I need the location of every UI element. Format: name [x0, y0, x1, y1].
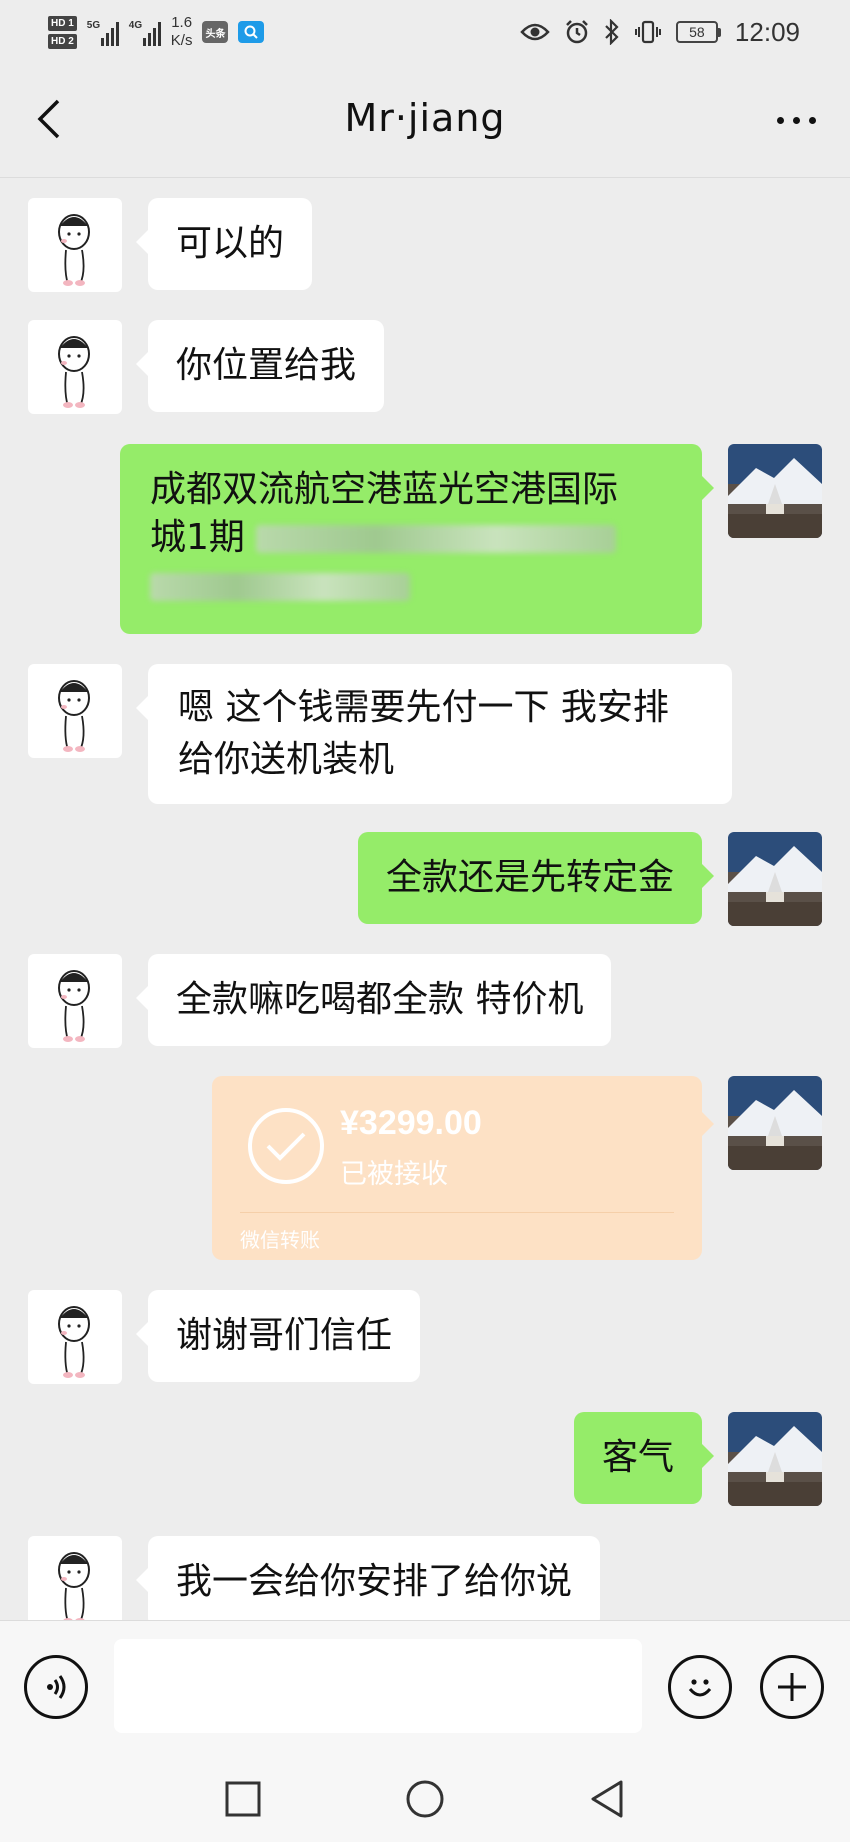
- bluetooth-icon: [605, 19, 619, 45]
- message-line: 给你送机装机: [178, 739, 395, 780]
- eye-icon: [520, 23, 550, 41]
- network-5g-label: 5G: [86, 20, 101, 31]
- redacted-text: [256, 525, 617, 553]
- transfer-card[interactable]: ¥3299.00 已被接收 微信转账: [212, 1076, 714, 1260]
- message-bubble-out[interactable]: 客气: [573, 1412, 715, 1504]
- message-bubble-in[interactable]: 我一会给你安排了给你说: [135, 1536, 601, 1628]
- check-circle-icon: [248, 1108, 324, 1184]
- recent-apps-icon: [225, 1781, 261, 1817]
- my-avatar[interactable]: [728, 1412, 822, 1506]
- input-bar: [0, 1620, 850, 1754]
- emoji-button[interactable]: [668, 1655, 732, 1719]
- my-avatar[interactable]: [728, 1076, 822, 1170]
- friend-avatar[interactable]: [28, 664, 122, 758]
- network-4g-label: 4G: [128, 20, 143, 31]
- status-bar: HD 1 HD 2 5G 4G 1.6 K/s 头条 58 12:09: [0, 0, 850, 64]
- plus-icon: [778, 1673, 806, 1701]
- redacted-text: [150, 573, 410, 601]
- more-icon: [776, 116, 784, 124]
- message-bubble-out[interactable]: 全款还是先转定金: [357, 832, 715, 924]
- friend-avatar[interactable]: [28, 1290, 122, 1384]
- address-line2: 城1期: [150, 514, 672, 562]
- message-bubble-in[interactable]: 全款嘛吃喝都全款 特价机: [135, 954, 612, 1046]
- plus-button[interactable]: [760, 1655, 824, 1719]
- alarm-icon: [566, 20, 588, 44]
- my-avatar[interactable]: [728, 832, 822, 926]
- my-avatar[interactable]: [728, 444, 822, 538]
- friend-avatar[interactable]: [28, 1536, 122, 1630]
- sim1-badge: HD 1: [48, 15, 77, 31]
- emoji-icon: [688, 1679, 712, 1697]
- sim2-badge: HD 2: [48, 33, 77, 49]
- voice-button[interactable]: [24, 1655, 88, 1719]
- back-triangle-icon: [591, 1780, 623, 1818]
- friend-avatar[interactable]: [28, 954, 122, 1048]
- address-line1: 成都双流航空港蓝光空港国际: [150, 469, 619, 510]
- system-nav-bar: [0, 1754, 850, 1842]
- transfer-divider: [240, 1212, 674, 1213]
- message-bubble-in[interactable]: 你位置给我: [135, 320, 385, 412]
- home-icon: [406, 1780, 444, 1818]
- friend-avatar[interactable]: [28, 198, 122, 292]
- signal-5g-icon: 5G: [87, 18, 119, 46]
- battery-icon: 58: [675, 21, 721, 43]
- home-button[interactable]: [400, 1774, 450, 1824]
- voice-icon: [47, 1675, 66, 1699]
- message-input[interactable]: [114, 1639, 642, 1733]
- chat-header: Mr·jiang: [0, 64, 850, 178]
- more-button[interactable]: [764, 96, 828, 144]
- transfer-status: 已被接收: [340, 1159, 448, 1190]
- clock: 12:09: [734, 16, 800, 47]
- chat-title: Mr·jiang: [344, 96, 506, 140]
- message-bubble-in[interactable]: 谢谢哥们信任: [135, 1290, 421, 1382]
- battery-level: 58: [675, 21, 718, 43]
- message-bubble-out[interactable]: 成都双流航空港蓝光空港国际 城1期: [120, 444, 714, 634]
- net-speed-value: 1.6: [171, 14, 193, 31]
- vibrate-icon: [634, 20, 661, 44]
- search-app-icon: [238, 21, 265, 43]
- net-speed-unit: K/s: [170, 32, 193, 49]
- message-bubble-in[interactable]: 嗯 这个钱需要先付一下 我安排 给你送机装机: [136, 664, 732, 804]
- recent-apps-button[interactable]: [218, 1774, 268, 1824]
- toutiao-icon: 头条: [202, 21, 229, 43]
- transfer-label: 微信转账: [240, 1228, 320, 1252]
- friend-avatar[interactable]: [28, 320, 122, 414]
- address-line3-redacted: [150, 562, 672, 610]
- nav-back-button[interactable]: [582, 1774, 632, 1824]
- address-line2-visible: 城1期: [150, 517, 245, 558]
- sim-indicators: HD 1 HD 2: [48, 15, 77, 49]
- net-speed: 1.6 K/s: [171, 14, 193, 50]
- message-bubble-in[interactable]: 可以的: [135, 198, 313, 290]
- message-line: 嗯 这个钱需要先付一下 我安排: [178, 687, 669, 728]
- signal-4g-icon: 4G: [129, 18, 161, 46]
- transfer-amount: ¥3299.00: [340, 1104, 482, 1142]
